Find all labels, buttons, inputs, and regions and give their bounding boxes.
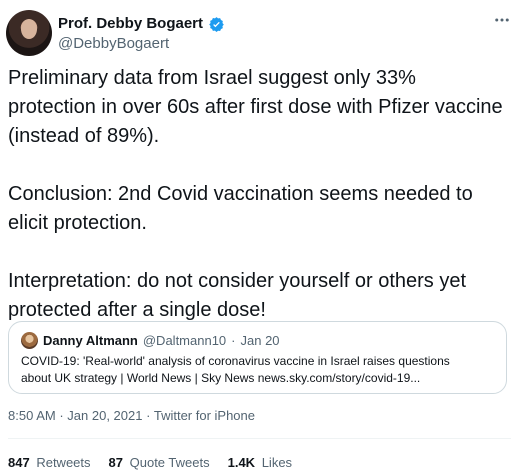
more-icon[interactable] [493,11,511,29]
quote-tweets-label: Quote Tweets [129,455,210,470]
author-avatar[interactable] [6,10,52,56]
quoted-tweet-card[interactable]: Danny Altmann @Daltmann10 · Jan 20 COVID… [8,321,507,394]
engagement-stats: 847 Retweets 87 Quote Tweets 1.4K Likes [8,455,292,471]
quoted-tweet-header: Danny Altmann @Daltmann10 · Jan 20 [21,332,494,349]
quoted-tweet-text: COVID-19: 'Real-world' analysis of coron… [21,354,450,385]
author-handle[interactable]: @DebbyBogaert [58,35,225,53]
quote-tweets-count: 87 [108,455,123,470]
tweet-date[interactable]: Jan 20, 2021 [67,408,142,423]
author-name-block: Prof. Debby Bogaert @DebbyBogaert [58,15,225,53]
quoted-author-avatar [21,332,38,349]
stats-divider [8,438,511,439]
author-display-name[interactable]: Prof. Debby Bogaert [58,15,203,33]
tweet-header: Prof. Debby Bogaert @DebbyBogaert [4,8,511,56]
retweets-count: 847 [8,455,30,470]
quoted-author-name: Danny Altmann [43,332,138,348]
display-name-row[interactable]: Prof. Debby Bogaert [58,15,225,33]
quoted-author-handle: @Daltmann10 [142,332,227,348]
timestamp-separator-2: · [146,408,151,423]
avatar-face [21,19,37,39]
tweet-time[interactable]: 8:50 AM [8,408,56,423]
retweets-label: Retweets [36,455,91,470]
retweets-stat[interactable]: 847 Retweets [8,455,91,471]
quoted-date: Jan 20 [240,332,280,348]
likes-count: 1.4K [227,455,256,470]
tweet-source[interactable]: Twitter for iPhone [154,408,255,423]
likes-stat[interactable]: 1.4K Likes [228,455,292,471]
tweet-timestamp-row: 8:50 AM · Jan 20, 2021 · Twitter for iPh… [8,408,255,424]
quoted-meta-separator: · [231,332,236,348]
quote-tweets-stat[interactable]: 87 Quote Tweets [109,455,210,471]
verified-badge-icon [208,16,225,33]
tweet: Prof. Debby Bogaert @DebbyBogaert Prelim… [0,0,525,473]
timestamp-separator-1: · [59,408,64,423]
likes-label: Likes [261,455,293,470]
tweet-text: Preliminary data from Israel suggest onl… [8,67,503,321]
